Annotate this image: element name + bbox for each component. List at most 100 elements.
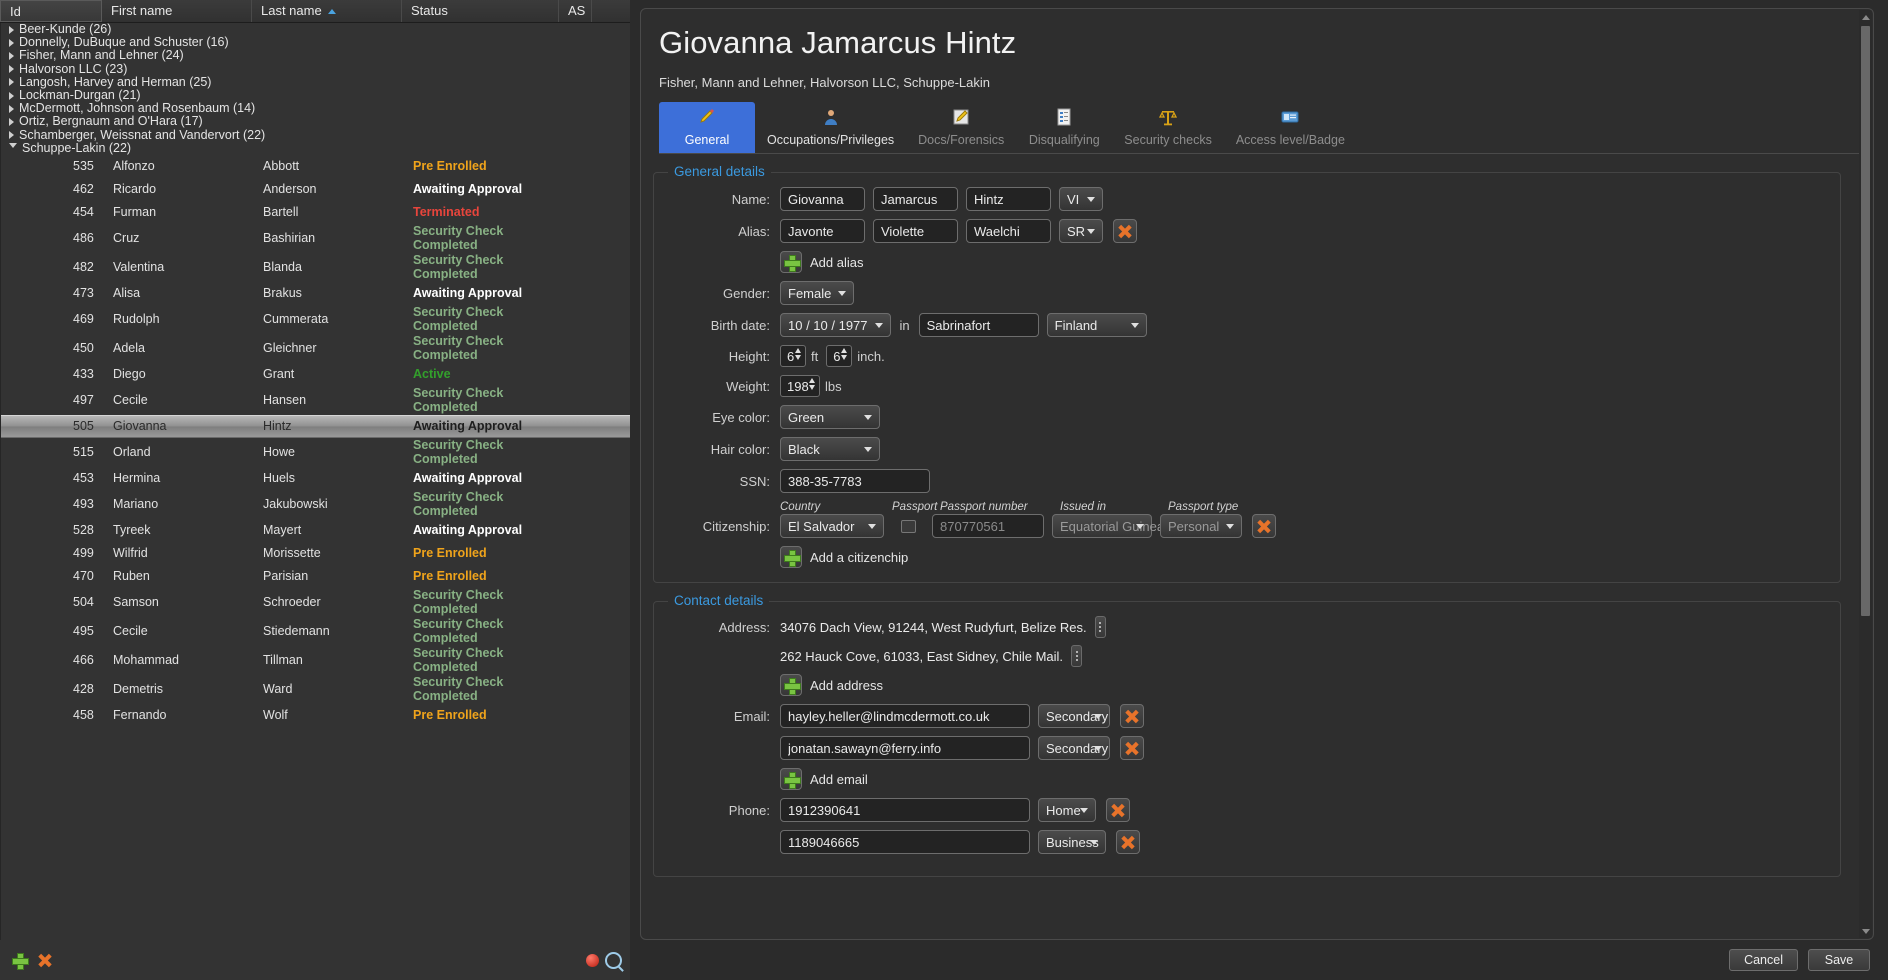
column-header-last-name[interactable]: Last name	[252, 0, 402, 22]
table-row[interactable]: 462RicardoAndersonAwaiting Approval	[1, 178, 630, 201]
table-row[interactable]: 499WilfridMorissettePre Enrolled	[1, 542, 630, 565]
birth-country-select[interactable]: Finland	[1047, 313, 1147, 337]
delete-email-button[interactable]	[1120, 704, 1144, 728]
table-row[interactable]: 486CruzBashirianSecurity CheckCompleted	[1, 224, 630, 253]
column-header-as[interactable]: AS	[559, 0, 592, 22]
table-row[interactable]: 482ValentinaBlandaSecurity CheckComplete…	[1, 253, 630, 282]
chevron-right-icon[interactable]	[9, 26, 14, 34]
phone-input[interactable]	[780, 798, 1030, 822]
record-dot-icon[interactable]	[586, 954, 599, 967]
stepper-arrows[interactable]	[795, 348, 801, 360]
table-row[interactable]: 505GiovannaHintzAwaiting Approval	[1, 415, 630, 438]
table-row[interactable]: 504SamsonSchroederSecurity CheckComplete…	[1, 588, 630, 617]
table-row[interactable]: 428DemetrisWardSecurity CheckCompleted	[1, 675, 630, 704]
passport-issued-in-select[interactable]: Equatorial Guinea	[1052, 514, 1152, 538]
table-row[interactable]: 450AdelaGleichnerSecurity CheckCompleted	[1, 334, 630, 363]
alias-middle-input[interactable]	[873, 219, 958, 243]
person-grid-body[interactable]: Beer-Kunde (26)Donnelly, DuBuque and Sch…	[0, 23, 630, 940]
delete-citizenship-button[interactable]	[1252, 514, 1276, 538]
birth-date-picker[interactable]: 10 / 10 / 1977	[780, 313, 891, 337]
add-address-button[interactable]: Add address	[780, 674, 883, 696]
magnifier-icon[interactable]	[605, 952, 622, 969]
weight-stepper[interactable]: 198	[780, 375, 820, 397]
chevron-right-icon[interactable]	[9, 92, 14, 100]
table-row[interactable]: 466MohammadTillmanSecurity CheckComplete…	[1, 646, 630, 675]
table-row[interactable]: 528TyreekMayertAwaiting Approval	[1, 519, 630, 542]
phone-type-select[interactable]: Home	[1038, 798, 1096, 822]
table-row[interactable]: 493MarianoJakubowskiSecurity CheckComple…	[1, 490, 630, 519]
first-name-input[interactable]	[780, 187, 865, 211]
height-feet-stepper[interactable]: 6	[780, 345, 806, 367]
ssn-input[interactable]	[780, 469, 930, 493]
email-type-select[interactable]: Secondary	[1038, 704, 1110, 728]
stepper-arrows[interactable]	[841, 348, 847, 360]
table-row[interactable]: 470RubenParisianPre Enrolled	[1, 565, 630, 588]
name-suffix-select[interactable]: VI	[1059, 187, 1103, 211]
scroll-down-arrow-icon[interactable]	[1859, 924, 1872, 938]
column-header-first-name[interactable]: First name	[102, 0, 252, 22]
alias-first-input[interactable]	[780, 219, 865, 243]
table-row[interactable]: 495CecileStiedemannSecurity CheckComplet…	[1, 617, 630, 646]
stepper-arrows[interactable]	[809, 378, 815, 390]
birth-city-input[interactable]	[919, 313, 1039, 337]
table-row[interactable]: 535AlfonzoAbbottPre Enrolled	[1, 155, 630, 178]
chevron-right-icon[interactable]	[9, 105, 14, 113]
column-header-status[interactable]: Status	[402, 0, 559, 22]
table-row[interactable]: 458FernandoWolfPre Enrolled	[1, 704, 630, 727]
table-row[interactable]: 454FurmanBartellTerminated	[1, 201, 630, 224]
alias-last-input[interactable]	[966, 219, 1051, 243]
scrollbar-thumb[interactable]	[1861, 26, 1870, 616]
delete-alias-button[interactable]	[1113, 219, 1137, 243]
last-name-input[interactable]	[966, 187, 1051, 211]
add-email-button[interactable]: Add email	[780, 768, 868, 790]
delete-phone-button[interactable]	[1116, 830, 1140, 854]
tab-security-checks[interactable]: Security checks	[1112, 102, 1224, 153]
chevron-right-icon[interactable]	[9, 118, 14, 126]
kebab-menu-icon[interactable]	[1071, 645, 1082, 667]
delete-phone-button[interactable]	[1106, 798, 1130, 822]
hair-color-select[interactable]: Black	[780, 437, 880, 461]
chevron-right-icon[interactable]	[9, 52, 14, 60]
chevron-right-icon[interactable]	[9, 78, 14, 86]
height-inches-stepper[interactable]: 6	[826, 345, 852, 367]
citizenship-country-select[interactable]: El Salvador	[780, 514, 884, 538]
save-button[interactable]: Save	[1808, 949, 1870, 971]
table-row[interactable]: 497CecileHansenSecurity CheckCompleted	[1, 386, 630, 415]
chevron-down-icon[interactable]	[9, 143, 17, 152]
tab-docs-forensics[interactable]: Docs/Forensics	[906, 102, 1016, 153]
tab-access-level-badge[interactable]: Access level/Badge	[1224, 102, 1357, 153]
kebab-menu-icon[interactable]	[1095, 616, 1106, 638]
table-row[interactable]: 433DiegoGrantActive	[1, 363, 630, 386]
chevron-right-icon[interactable]	[9, 39, 14, 47]
gender-select[interactable]: Female	[780, 281, 854, 305]
passport-type-select[interactable]: Personal	[1160, 514, 1242, 538]
phone-input[interactable]	[780, 830, 1030, 854]
add-alias-button[interactable]: Add alias	[780, 251, 863, 273]
email-input[interactable]	[780, 704, 1030, 728]
scroll-up-arrow-icon[interactable]	[1859, 10, 1872, 24]
column-header-id[interactable]: Id	[0, 0, 102, 22]
table-row[interactable]: 473AlisaBrakusAwaiting Approval	[1, 282, 630, 305]
eye-color-select[interactable]: Green	[780, 405, 880, 429]
tab-general[interactable]: General	[659, 102, 755, 153]
table-row[interactable]: 453HerminaHuelsAwaiting Approval	[1, 467, 630, 490]
delete-person-button[interactable]	[34, 949, 56, 971]
table-row[interactable]: 469RudolphCummerataSecurity CheckComplet…	[1, 305, 630, 334]
email-input[interactable]	[780, 736, 1030, 760]
add-person-button[interactable]	[8, 949, 30, 971]
alias-suffix-select[interactable]: SR	[1059, 219, 1103, 243]
tab-occupations-privileges[interactable]: Occupations/Privileges	[755, 102, 906, 153]
passport-checkbox[interactable]	[901, 520, 916, 533]
group-row[interactable]: Schuppe-Lakin (22)	[1, 142, 630, 155]
chevron-right-icon[interactable]	[9, 65, 14, 73]
detail-vertical-scrollbar[interactable]	[1859, 10, 1872, 938]
tab-disqualifying[interactable]: Disqualifying	[1016, 102, 1112, 153]
phone-type-select[interactable]: Business	[1038, 830, 1106, 854]
detail-scroll-area[interactable]: Giovanna Jamarcus Hintz Fisher, Mann and…	[641, 9, 1859, 939]
cancel-button[interactable]: Cancel	[1729, 949, 1798, 971]
middle-name-input[interactable]	[873, 187, 958, 211]
passport-number-input[interactable]	[932, 514, 1044, 538]
delete-email-button[interactable]	[1120, 736, 1144, 760]
table-row[interactable]: 515OrlandHoweSecurity CheckCompleted	[1, 438, 630, 467]
chevron-right-icon[interactable]	[9, 131, 14, 139]
